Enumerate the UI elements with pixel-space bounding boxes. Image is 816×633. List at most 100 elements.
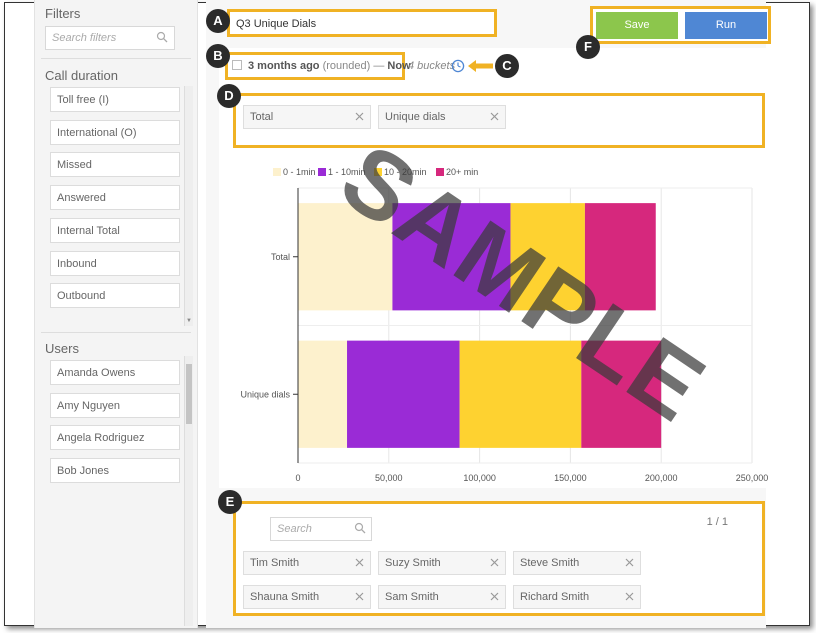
user-item[interactable]: Bob Jones — [50, 458, 180, 484]
category-label: Unique dials — [240, 389, 290, 399]
category-label: Total — [271, 252, 290, 262]
search-icon — [156, 31, 168, 43]
series-selector[interactable]: Total Unique dials — [233, 93, 765, 148]
calendar-icon — [232, 60, 242, 70]
bar-segment[interactable] — [298, 203, 393, 311]
user-chip-label: Steve Smith — [520, 557, 580, 569]
x-tick-label: 0 — [295, 473, 300, 483]
user-item[interactable]: Angela Rodriguez — [50, 425, 180, 451]
user-chip[interactable]: Sam Smith — [378, 585, 506, 609]
x-tick-label: 200,000 — [645, 473, 678, 483]
filters-title: Filters — [45, 6, 81, 21]
date-rounded: (rounded) — [322, 60, 371, 72]
call-duration-item[interactable]: Outbound — [50, 283, 180, 309]
user-search-input[interactable]: Search — [270, 517, 372, 541]
user-chip-label: Richard Smith — [520, 591, 590, 603]
users-scrollbar[interactable] — [184, 356, 193, 626]
bar-segment[interactable] — [298, 340, 348, 448]
remove-icon[interactable] — [355, 592, 364, 601]
bar-segment[interactable] — [584, 203, 656, 311]
filter-search-input[interactable]: Search filters — [45, 26, 175, 50]
divider — [41, 58, 191, 59]
user-chip-label: Suzy Smith — [385, 557, 441, 569]
stacked-bar-chart: 0 - 1min 1 - 10min 10 - 20min 20+ min Total… — [240, 167, 768, 483]
marker-d: D — [217, 84, 241, 108]
marker-f: F — [576, 35, 600, 59]
series-chip-total[interactable]: Total — [243, 105, 371, 129]
clock-icon[interactable] — [451, 59, 465, 73]
x-tick-label: 250,000 — [736, 473, 769, 483]
bar-segment[interactable] — [581, 340, 662, 448]
legend-label: 0 - 1min — [283, 167, 316, 177]
user-chip[interactable]: Richard Smith — [513, 585, 641, 609]
bar-segment[interactable] — [510, 203, 585, 311]
user-chip-label: Shauna Smith — [250, 591, 320, 603]
remove-icon[interactable] — [355, 558, 364, 567]
save-button[interactable]: Save — [596, 12, 678, 39]
user-chip-label: Sam Smith — [385, 591, 439, 603]
x-tick-label: 150,000 — [554, 473, 587, 483]
x-tick-label: 100,000 — [463, 473, 496, 483]
date-from: 3 months ago — [248, 60, 320, 72]
search-icon — [354, 522, 366, 534]
remove-icon[interactable] — [355, 112, 364, 121]
filters-sidebar: Filters Search filters Call duration Tol… — [34, 0, 198, 628]
report-title-input[interactable]: Q3 Unique Dials — [227, 9, 497, 37]
user-chip[interactable]: Steve Smith — [513, 551, 641, 575]
legend-swatch — [436, 168, 444, 176]
user-chip[interactable]: Shauna Smith — [243, 585, 371, 609]
series-chip-label: Unique dials — [385, 111, 446, 123]
run-button[interactable]: Run — [685, 12, 767, 39]
users-scroll-thumb[interactable] — [186, 364, 192, 424]
bar-segment[interactable] — [459, 340, 582, 448]
legend-swatch — [273, 168, 281, 176]
filter-search-placeholder: Search filters — [52, 32, 117, 44]
call-duration-item[interactable]: International (O) — [50, 119, 180, 145]
marker-e: E — [218, 490, 242, 514]
call-duration-item[interactable]: Internal Total — [50, 217, 180, 243]
pagination: 1 / 1 — [706, 516, 728, 528]
legend-swatch — [374, 168, 382, 176]
user-search-placeholder: Search — [277, 523, 312, 535]
remove-icon[interactable] — [490, 558, 499, 567]
callout-arrow-icon — [468, 60, 493, 72]
user-selector: Search 1 / 1 Tim Smith Suzy Smith Steve Sm… — [233, 501, 765, 616]
call-duration-item[interactable]: Missed — [50, 152, 180, 178]
legend-label: 10 - 20min — [384, 167, 427, 177]
call-duration-item[interactable]: Toll free (I) — [50, 87, 180, 112]
remove-icon[interactable] — [490, 112, 499, 121]
remove-icon[interactable] — [625, 592, 634, 601]
legend-label: 20+ min — [446, 167, 478, 177]
call-duration-item[interactable]: Answered — [50, 185, 180, 211]
date-separator: — — [373, 60, 385, 72]
bar-segment[interactable] — [347, 340, 460, 448]
scroll-down-icon[interactable]: ▼ — [186, 318, 192, 324]
action-buttons: Save Run — [590, 6, 771, 44]
legend-swatch — [318, 168, 326, 176]
chart-legend: 0 - 1min 1 - 10min 10 - 20min 20+ min — [273, 167, 478, 177]
user-chip-label: Tim Smith — [250, 557, 300, 569]
legend-label: 1 - 10min — [328, 167, 366, 177]
category-labels: Total Unique dials — [240, 252, 298, 399]
marker-c: C — [495, 54, 519, 78]
user-item[interactable]: Amy Nguyen — [50, 392, 180, 418]
users-title: Users — [45, 341, 79, 356]
user-item[interactable]: Amanda Owens — [50, 360, 180, 385]
call-duration-item[interactable]: Inbound — [50, 250, 180, 276]
x-tick-labels: 0 50,000 100,000 150,000 200,000 250,000 — [295, 473, 768, 483]
user-chip[interactable]: Suzy Smith — [378, 551, 506, 575]
series-chip-label: Total — [250, 111, 274, 123]
x-tick-label: 50,000 — [375, 473, 403, 483]
remove-icon[interactable] — [625, 558, 634, 567]
call-duration-scrollbar[interactable]: ▼ — [184, 86, 193, 326]
marker-b: B — [206, 44, 230, 68]
date-range-selector[interactable]: 3 months ago (rounded) — Now — [225, 52, 411, 80]
divider — [41, 332, 191, 333]
bucket-count: 4 buckets — [408, 60, 456, 72]
user-chip[interactable]: Tim Smith — [243, 551, 371, 575]
remove-icon[interactable] — [490, 592, 499, 601]
bar-segment[interactable] — [392, 203, 511, 311]
call-duration-title: Call duration — [45, 68, 118, 83]
marker-a: A — [206, 9, 230, 33]
series-chip-unique-dials[interactable]: Unique dials — [378, 105, 506, 129]
